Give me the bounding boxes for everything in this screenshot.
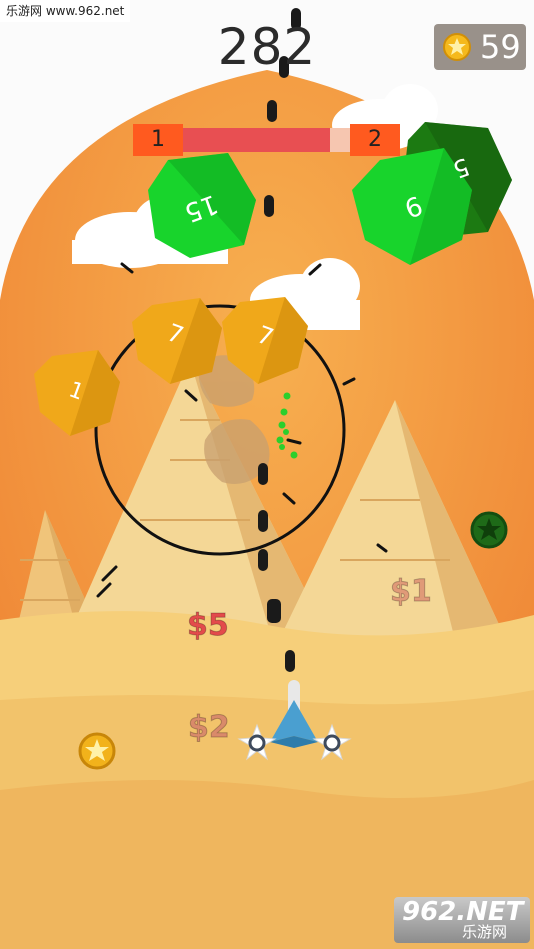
next-level: 2 [350, 124, 400, 156]
money-label: $2 [188, 710, 231, 746]
game-stage[interactable]: 15 9 5 7 7 1 乐游网 www.962.net 282 59 1 2 … [0, 0, 534, 949]
coin-counter: 59 [434, 24, 526, 70]
coin-icon [443, 33, 471, 61]
coin-pickup-icon[interactable] [78, 732, 116, 770]
money-label: $5 [187, 608, 230, 644]
level-track [183, 128, 350, 152]
level-progress: 1 2 [133, 124, 400, 156]
money-label: $1 [390, 574, 433, 610]
dark-coin-pickup-icon[interactable] [470, 511, 508, 549]
coin-count: 59 [480, 28, 521, 66]
current-level: 1 [133, 124, 183, 156]
watermark-text: 乐游网 [462, 923, 508, 941]
level-fill [183, 128, 330, 152]
site-watermark-bottom: 962.NET 乐游网 [394, 897, 530, 943]
